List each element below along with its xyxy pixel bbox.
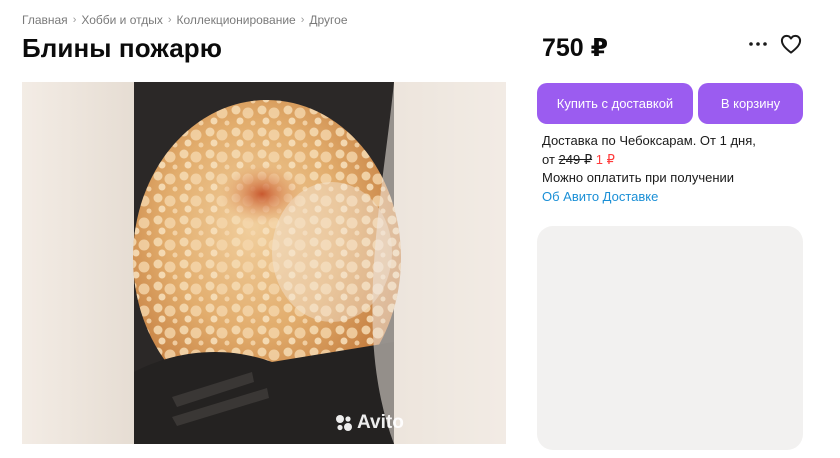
buy-with-delivery-button[interactable]: Купить с доставкой	[537, 83, 693, 124]
item-price: 750 ₽	[542, 34, 609, 62]
avito-logo-icon	[336, 415, 352, 431]
breadcrumb-item-collecting[interactable]: Коллекционирование	[177, 13, 296, 27]
breadcrumb-item-other[interactable]: Другое	[309, 13, 347, 27]
breadcrumb-item-home[interactable]: Главная	[22, 13, 68, 27]
breadcrumb: Главная › Хобби и отдых › Коллекциониров…	[22, 12, 348, 28]
breadcrumb-item-hobby[interactable]: Хобби и отдых	[81, 13, 163, 27]
page-title: Блины пожарю	[22, 33, 223, 63]
listing-photo	[22, 82, 506, 444]
delivery-old-price: 249 ₽	[558, 151, 593, 167]
about-avito-delivery-link[interactable]: Об Авито Доставке	[542, 188, 822, 207]
watermark-text: Avito	[357, 412, 404, 433]
avito-watermark: Avito	[334, 412, 404, 434]
chevron-right-icon: ›	[72, 14, 77, 26]
more-options-button[interactable]	[744, 32, 772, 56]
delivery-line: Доставка по Чебоксарам. От 1 дня,	[542, 133, 756, 148]
more-dots-icon	[749, 42, 767, 46]
heart-outline-icon	[780, 34, 802, 54]
seller-card-placeholder	[537, 226, 803, 450]
delivery-info: Доставка по Чебоксарам. От 1 дня, от 249…	[542, 132, 822, 206]
delivery-new-price: 1 ₽	[595, 151, 615, 167]
payment-on-receipt-text: Можно оплатить при получении	[542, 170, 735, 185]
delivery-price-line: от 249 ₽ 1 ₽	[542, 151, 822, 170]
add-to-cart-button[interactable]: В корзину	[698, 83, 803, 124]
favorite-button[interactable]	[778, 31, 804, 57]
chevron-right-icon: ›	[300, 14, 305, 26]
chevron-right-icon: ›	[167, 14, 172, 26]
photo-gallery[interactable]: Avito	[22, 82, 506, 444]
delivery-from-label: от	[542, 151, 555, 167]
